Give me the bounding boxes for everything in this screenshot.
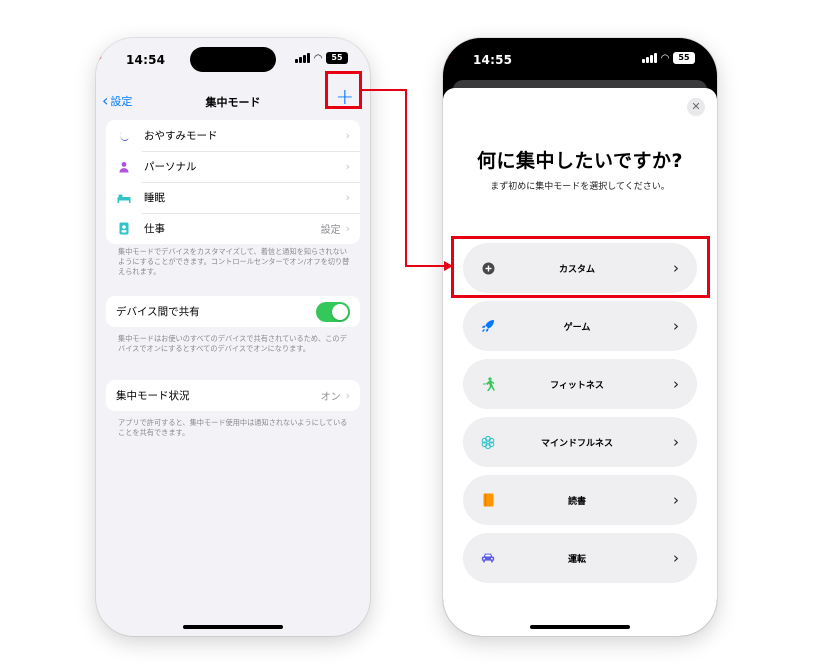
flower-icon (481, 435, 495, 450)
option-gaming[interactable]: ゲーム › (463, 301, 697, 351)
option-fitness[interactable]: フィットネス › (463, 359, 697, 409)
signal-icon (642, 53, 658, 63)
share-group: デバイス間で共有 (106, 296, 360, 327)
share-row: デバイス間で共有 (106, 296, 360, 327)
chevron-right-icon: › (673, 433, 679, 451)
status-time: 14:55 (473, 53, 513, 67)
highlight-add-button (325, 71, 362, 109)
id-badge-icon (116, 222, 132, 235)
book-icon (481, 493, 495, 507)
option-reading[interactable]: 読書 › (463, 475, 697, 525)
dynamic-island (190, 47, 276, 72)
focus-row-work[interactable]: 仕事 設定 › (106, 213, 360, 244)
share-label: デバイス間で共有 (116, 306, 200, 318)
focus-row-value: 設定 (320, 225, 341, 236)
signal-icon (295, 53, 311, 63)
connector-line (405, 265, 447, 267)
focus-row-sleep[interactable]: 睡眠 › (106, 182, 360, 213)
battery-icon: 55 (673, 52, 695, 64)
status-bar: 14:55 🔕 ◠ 55 (443, 38, 717, 82)
focus-footnote: 集中モードでデバイスをカスタマイズして、着信と通知を知らされないようにすることが… (118, 247, 350, 276)
focus-status-row[interactable]: 集中モード状況 オン › (106, 380, 360, 411)
chevron-right-icon: › (673, 549, 679, 567)
option-label: ゲーム (563, 322, 591, 333)
focus-status-label: 集中モード状況 (116, 390, 190, 402)
option-label: 読書 (567, 496, 586, 507)
silent-bell-icon: 🔕 (443, 52, 450, 62)
focus-list: おやすみモード › パーソナル › 睡眠 › 仕事 設定 › (106, 120, 360, 244)
phone-focus-settings: 14:54 🔕 ◠ 55 ‹ 設定 集中モード + おやすみモード › パーソナ… (96, 38, 370, 636)
connector-line (405, 89, 407, 266)
chevron-right-icon: › (345, 160, 350, 173)
home-indicator (530, 625, 630, 629)
option-driving[interactable]: 運転 › (463, 533, 697, 583)
option-mindfulness[interactable]: マインドフルネス › (463, 417, 697, 467)
status-icons: 🔕 ◠ 55 (96, 52, 348, 64)
connector-line (362, 89, 407, 91)
chevron-right-icon: › (345, 191, 350, 204)
status-footnote: アプリで許可すると、集中モード使用中は通知されないようにしていることを共有できま… (118, 418, 348, 437)
battery-icon: 55 (326, 52, 348, 64)
running-icon (481, 377, 495, 391)
chevron-right-icon: › (673, 375, 679, 393)
home-indicator (183, 625, 283, 629)
option-label: 運転 (567, 554, 586, 565)
person-icon (116, 161, 132, 173)
focus-row-label: おやすみモード (144, 130, 218, 142)
chevron-right-icon: › (345, 222, 350, 235)
wifi-icon: ◠ (314, 52, 322, 64)
wifi-icon: ◠ (661, 52, 669, 64)
focus-row-label: 睡眠 (144, 192, 165, 204)
bed-icon (116, 193, 132, 203)
share-toggle[interactable] (316, 301, 350, 322)
status-time: 14:54 (126, 53, 166, 67)
phone-new-focus-sheet: 14:55 🔕 ◠ 55 ✕ 何に集中したいですか? まず初めに集中モードを選択… (443, 38, 717, 636)
chevron-right-icon: › (345, 129, 350, 142)
option-label: フィットネス (550, 380, 604, 391)
focus-row-do-not-disturb[interactable]: おやすみモード › (106, 120, 360, 151)
moon-icon (116, 130, 132, 142)
sheet-subtitle: まず初めに集中モードを選択してください。 (490, 182, 670, 192)
status-group: 集中モード状況 オン › (106, 380, 360, 411)
silent-bell-icon: 🔕 (96, 52, 103, 62)
car-icon (481, 552, 495, 564)
focus-row-personal[interactable]: パーソナル › (106, 151, 360, 182)
sheet-title: 何に集中したいですか? (477, 150, 683, 172)
focus-row-label: パーソナル (144, 161, 197, 173)
chevron-right-icon: › (673, 491, 679, 509)
chevron-right-icon: › (673, 317, 679, 335)
new-focus-sheet: ✕ 何に集中したいですか? まず初めに集中モードを選択してください。 カスタム … (443, 88, 717, 636)
status-icons: 🔕 ◠ 55 (443, 52, 695, 64)
focus-row-label: 仕事 (144, 223, 165, 235)
option-label: マインドフルネス (540, 438, 613, 449)
rocket-icon (481, 319, 495, 333)
highlight-custom-option (451, 236, 710, 298)
close-button[interactable]: ✕ (687, 98, 705, 116)
chevron-right-icon: › (345, 389, 350, 402)
focus-status-value: オン (320, 392, 341, 403)
share-footnote: 集中モードはお使いのすべてのデバイスで共有されているため、このデバイスでオンにす… (118, 334, 347, 353)
